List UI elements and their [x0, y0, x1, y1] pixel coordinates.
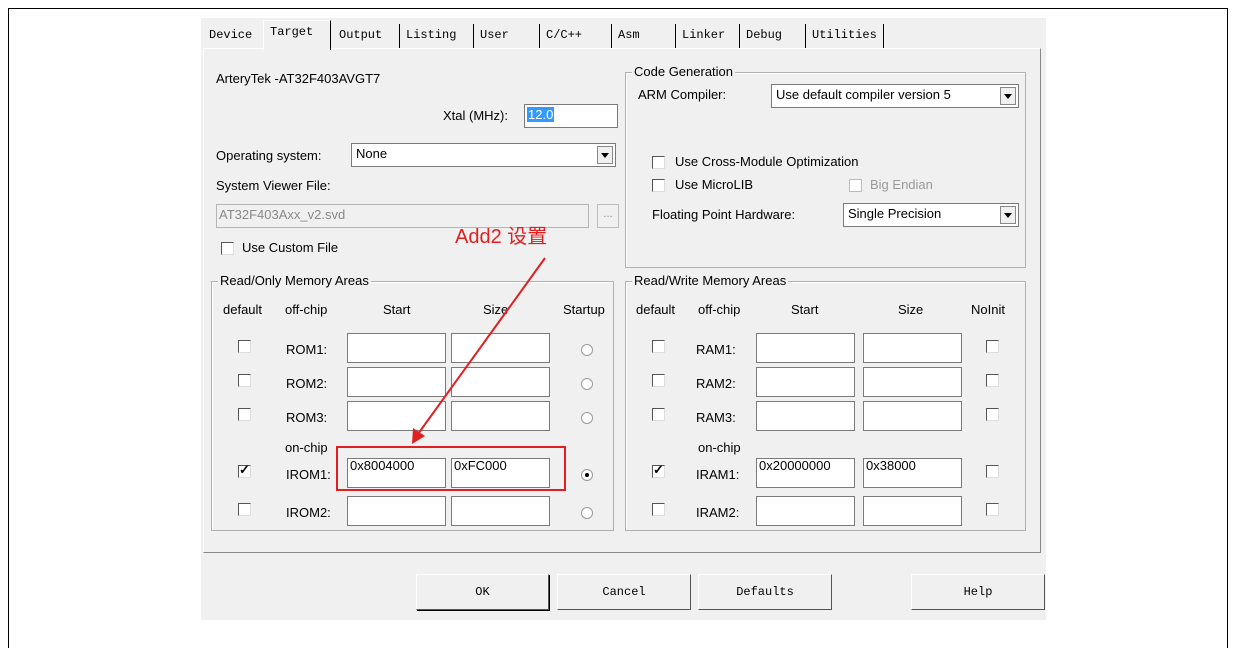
arrow-line — [417, 257, 546, 435]
tab-target[interactable]: Target — [263, 20, 331, 50]
arrow-head-icon — [412, 428, 425, 444]
annotation-arrow — [412, 257, 546, 444]
